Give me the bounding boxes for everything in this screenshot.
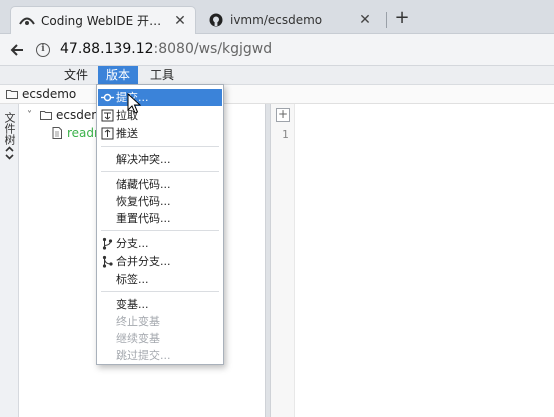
code-editor[interactable] (295, 104, 554, 417)
merge-icon (102, 255, 113, 268)
tab-title: ivmm/ecsdemo (230, 13, 323, 27)
new-tab-button[interactable]: + (392, 9, 412, 29)
tab-separator (386, 12, 387, 28)
close-tab-icon[interactable]: ✕ (358, 12, 372, 28)
editor-gutter (271, 104, 295, 417)
file-icon (52, 127, 62, 139)
menu-item-push[interactable]: 推送 (98, 125, 222, 142)
menu-item-label: 储藏代码... (116, 178, 171, 191)
menu-item-skip-commit: 跳过提交... (98, 347, 222, 364)
add-tab-button[interactable]: + (276, 108, 290, 122)
version-menu-dropdown: 提交... 拉取 推送 解决冲突... 储藏代码... 恢复代码... 重置代码… (96, 84, 224, 365)
menu-item-label: 变基... (116, 298, 149, 311)
expand-collapse-icon[interactable] (4, 146, 15, 160)
menu-item-label: 合并分支... (116, 255, 171, 268)
menu-item-label: 分支... (116, 237, 149, 250)
menu-item-abort-rebase: 终止变基 (98, 313, 222, 330)
url-path: :8080/ws/kgjgwd (153, 41, 273, 57)
menu-item-branch[interactable]: 分支... (98, 235, 222, 252)
arrow-left-icon (10, 44, 23, 56)
menu-item-commit[interactable]: 提交... (98, 89, 222, 106)
menu-item-label: 恢复代码... (116, 195, 171, 208)
tab-github-ecsdemo[interactable]: ivmm/ecsdemo ✕ (200, 6, 380, 34)
menu-item-tags[interactable]: 标签... (98, 271, 222, 288)
line-number: 1 (282, 128, 289, 141)
menu-item-label: 跳过提交... (116, 349, 171, 362)
menu-item-label: 标签... (116, 273, 149, 286)
menu-separator (101, 171, 219, 172)
site-info-icon[interactable]: i (36, 43, 50, 57)
close-tab-icon[interactable]: ✕ (173, 13, 187, 29)
browser-tab-strip: Coding WebIDE 开启云端 ✕ ivmm/ecsdemo ✕ + (0, 0, 554, 34)
commit-icon (101, 93, 114, 102)
menu-item-label: 解决冲突... (116, 153, 171, 166)
menu-separator (101, 146, 219, 147)
menu-item-reset[interactable]: 重置代码... (98, 210, 222, 227)
menu-file[interactable]: 文件 (56, 66, 96, 85)
menu-item-continue-rebase: 继续变基 (98, 330, 222, 347)
menu-item-label: 终止变基 (116, 315, 160, 328)
menu-item-label: 继续变基 (116, 332, 160, 345)
mouse-cursor-icon (127, 93, 141, 114)
menu-item-label: 推送 (116, 127, 138, 140)
app-menu-bar: 文件 版本 工具 (0, 66, 554, 85)
breadcrumb: ecsdemo (0, 85, 554, 104)
back-button[interactable] (6, 39, 28, 61)
menu-item-stash[interactable]: 储藏代码... (98, 176, 222, 193)
tab-coding-webide[interactable]: Coding WebIDE 开启云端 ✕ (10, 6, 196, 34)
file-tree-tab-label: 文件树 (3, 112, 16, 145)
address-bar: i 47.88.139.12:8080/ws/kgjgwd (0, 34, 554, 66)
menu-item-pull[interactable]: 拉取 (98, 107, 222, 124)
push-icon (101, 127, 114, 140)
pull-icon (101, 109, 114, 122)
menu-item-merge-branch[interactable]: 合并分支... (98, 253, 222, 270)
menu-item-label: 重置代码... (116, 212, 171, 225)
url-field[interactable]: 47.88.139.12:8080/ws/kgjgwd (60, 41, 272, 57)
tab-title: Coding WebIDE 开启云端 (41, 14, 173, 28)
menu-version[interactable]: 版本 (98, 66, 139, 85)
folder-icon (40, 111, 52, 120)
folder-icon (6, 90, 18, 99)
chevron-down-icon[interactable]: ˅ (27, 110, 37, 121)
menu-tools[interactable]: 工具 (142, 66, 182, 85)
github-icon (208, 12, 224, 28)
menu-item-rebase[interactable]: 变基... (98, 296, 222, 313)
menu-item-resolve-conflicts[interactable]: 解决冲突... (98, 151, 222, 168)
branch-icon (102, 237, 113, 250)
menu-separator (101, 230, 219, 231)
breadcrumb-label[interactable]: ecsdemo (22, 87, 76, 101)
tree-root-folder[interactable]: ˅ ecsdem (27, 106, 103, 124)
menu-item-restore[interactable]: 恢复代码... (98, 193, 222, 210)
url-host: 47.88.139.12 (60, 41, 154, 57)
menu-separator (101, 291, 219, 292)
file-tree-side-tab[interactable]: 文件树 (0, 104, 19, 417)
coding-logo-icon (19, 13, 35, 29)
